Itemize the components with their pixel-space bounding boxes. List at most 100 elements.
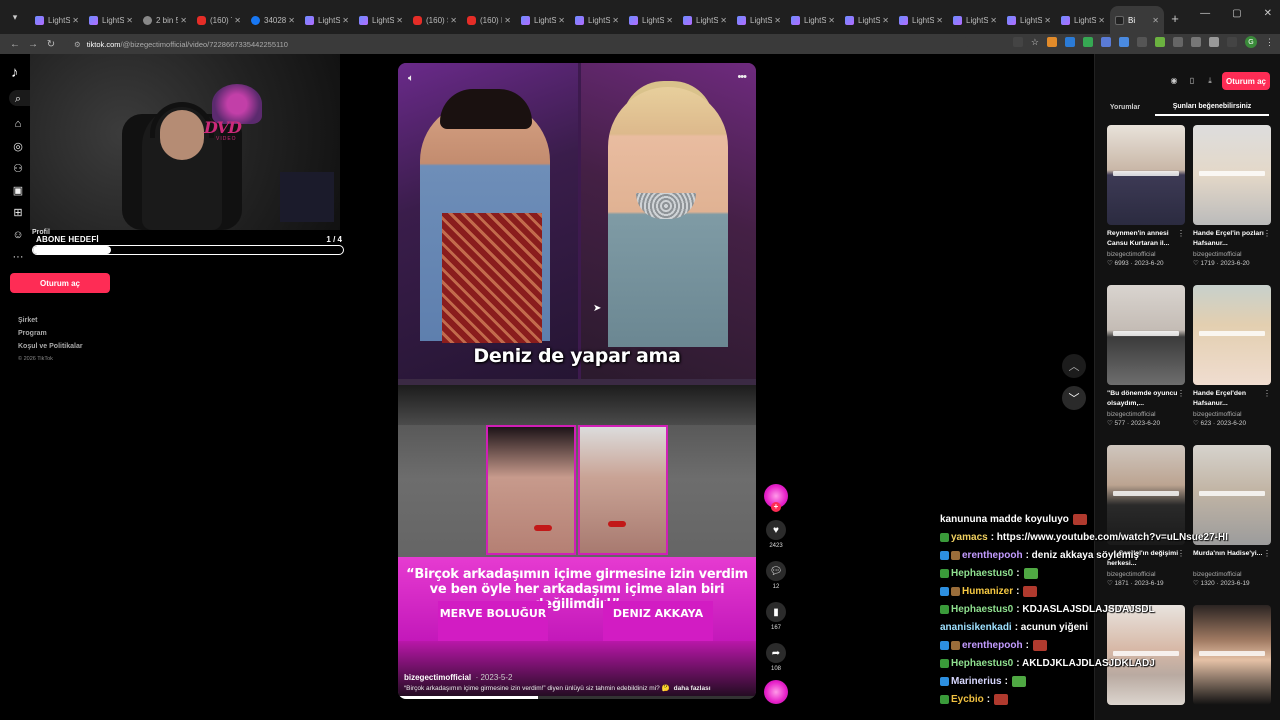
browser-tab[interactable]: LightS ✕ [84, 6, 138, 34]
close-tab-icon[interactable]: ✕ [882, 16, 889, 25]
comment-icon[interactable]: 💬︎ [766, 561, 786, 581]
close-window-icon[interactable]: ✕ [1264, 8, 1272, 19]
see-more-link[interactable]: daha fazlası [674, 685, 711, 692]
browser-tab[interactable]: LightS ✕ [1056, 6, 1110, 34]
creator-avatar[interactable]: + [764, 484, 788, 512]
address-bar[interactable]: ⚙ tiktok.com /@bizegectimofficial/video/… [68, 35, 968, 53]
browser-tab[interactable]: LightS ✕ [678, 6, 732, 34]
close-tab-icon[interactable]: ✕ [1044, 16, 1051, 25]
close-tab-icon[interactable]: ✕ [180, 16, 187, 25]
browser-tab[interactable]: (160) S✕ [408, 6, 462, 34]
extension-icon[interactable] [1047, 37, 1057, 47]
video-player[interactable]: Deniz de yapar ama “Birçok arkadaşımın i… [398, 63, 756, 699]
video-thumbnail[interactable] [1193, 125, 1271, 225]
close-tab-icon[interactable]: ✕ [936, 16, 943, 25]
card-author[interactable]: bizegectimofficial [1193, 251, 1271, 258]
more-options-icon[interactable]: ••• [737, 71, 747, 83]
video-thumbnail[interactable] [1107, 285, 1185, 385]
close-tab-icon[interactable]: ✕ [288, 16, 295, 25]
bookmark-star-icon[interactable]: ☆ [1031, 37, 1039, 48]
video-thumbnail[interactable] [1193, 285, 1271, 385]
browser-tab[interactable]: LightS ✕ [516, 6, 570, 34]
install-icon[interactable] [1012, 37, 1023, 47]
browser-tab[interactable]: LightS ✕ [354, 6, 408, 34]
heart-icon[interactable]: ♥ [766, 520, 786, 540]
browser-tab[interactable]: (160) I ✕ [462, 6, 516, 34]
browser-tab[interactable]: LightS ✕ [300, 6, 354, 34]
music-disc-icon[interactable] [764, 680, 788, 704]
close-tab-icon[interactable]: ✕ [666, 16, 673, 25]
footer-link-program[interactable]: Program [18, 327, 83, 340]
close-tab-icon[interactable]: ✕ [1152, 16, 1159, 25]
close-tab-icon[interactable]: ✕ [396, 16, 403, 25]
close-tab-icon[interactable]: ✕ [72, 16, 79, 25]
share-action[interactable]: ➦ 108 [764, 643, 788, 672]
browser-tab[interactable]: LightS ✕ [30, 6, 84, 34]
browser-tab[interactable]: 2 bin 5 ✕ [138, 6, 192, 34]
tiktok-logo[interactable]: ♪ [11, 64, 19, 81]
video-author[interactable]: bizegectimofficial [404, 673, 471, 682]
maximize-icon[interactable]: ▢ [1232, 8, 1241, 19]
previous-video-button[interactable]: ︿ [1062, 354, 1086, 378]
extension-icon[interactable] [1137, 37, 1147, 47]
extension-icon[interactable] [1119, 37, 1129, 47]
card-author[interactable]: bizegectimofficial [1193, 411, 1271, 418]
save-action[interactable]: ▮ 167 [764, 602, 788, 631]
card-more-icon[interactable]: ⋮ [1177, 389, 1185, 398]
minimize-icon[interactable]: — [1200, 8, 1210, 19]
browser-tab[interactable]: 34028 ✕ [246, 6, 300, 34]
browser-tab[interactable]: (160) T✕ [192, 6, 246, 34]
explore-icon[interactable]: ◎ [11, 140, 25, 154]
browser-tab[interactable]: LightS ✕ [840, 6, 894, 34]
close-tab-icon[interactable]: ✕ [1098, 16, 1105, 25]
card-title[interactable]: Reynmen'in annesi Cansu Kurtaran il... [1107, 229, 1185, 249]
device-icon[interactable]: ▯ [1186, 75, 1198, 87]
browser-tab[interactable]: LightS ✕ [786, 6, 840, 34]
close-tab-icon[interactable]: ✕ [126, 16, 133, 25]
card-title[interactable]: Hande Erçel'den Hafsanur... [1193, 389, 1271, 409]
browser-tab[interactable]: LightS ✕ [948, 6, 1002, 34]
card-title[interactable]: Hande Erçel'in pozları Hafsanur... [1193, 229, 1271, 249]
close-tab-icon[interactable]: ✕ [990, 16, 997, 25]
close-tab-icon[interactable]: ✕ [612, 16, 619, 25]
video-thumbnail[interactable] [1107, 125, 1185, 225]
browser-tab[interactable]: LightS ✕ [570, 6, 624, 34]
comment-action[interactable]: 💬︎ 12 [764, 561, 788, 590]
site-info-icon[interactable]: ⚙ [74, 40, 81, 49]
following-icon[interactable]: ⚇ [11, 162, 25, 176]
extensions-puzzle-icon[interactable] [1209, 37, 1219, 47]
card-title[interactable]: "Bu dönemde oyuncu olsaydım,... [1107, 389, 1185, 409]
upload-icon[interactable]: ⊞ [11, 206, 25, 220]
browser-tab[interactable]: LightS ✕ [732, 6, 786, 34]
extension-icon[interactable] [1101, 37, 1111, 47]
card-more-icon[interactable]: ⋮ [1263, 389, 1271, 398]
close-tab-icon[interactable]: ✕ [234, 16, 241, 25]
footer-link-terms[interactable]: Koşul ve Politikalar [18, 340, 83, 353]
suggested-video-card[interactable]: Hande Erçel'den Hafsanur... bizegectimoff… [1193, 285, 1271, 427]
extension-icon[interactable] [1083, 37, 1093, 47]
extension-icon[interactable] [1065, 37, 1075, 47]
coin-icon[interactable]: ◉ [1168, 75, 1180, 87]
card-more-icon[interactable]: ⋮ [1177, 229, 1185, 238]
login-button-top[interactable]: Oturum aç [1222, 72, 1270, 90]
browser-tab[interactable]: LightS ✕ [894, 6, 948, 34]
back-icon[interactable]: ← [6, 39, 24, 50]
close-tab-icon[interactable]: ✕ [828, 16, 835, 25]
share-icon[interactable]: ➦ [766, 643, 786, 663]
bookmark-icon[interactable]: ▮ [766, 602, 786, 622]
profile-icon[interactable]: ☺ [11, 228, 25, 242]
extension-icon[interactable] [1191, 37, 1201, 47]
video-progress-bar[interactable] [398, 696, 756, 699]
suggested-video-card[interactable]: "Bu dönemde oyuncu olsaydım,... bizegecti… [1107, 285, 1185, 427]
search-icon[interactable]: ⌕ [11, 92, 25, 106]
close-tab-icon[interactable]: ✕ [720, 16, 727, 25]
live-icon[interactable]: ▣ [11, 184, 25, 198]
like-action[interactable]: ♥ 2423 [764, 520, 788, 549]
new-tab-button[interactable]: + [1164, 7, 1186, 29]
next-video-button[interactable]: ﹀ [1062, 386, 1086, 410]
extension-icon[interactable] [1155, 37, 1165, 47]
suggested-video-card[interactable]: Hande Erçel'in pozları Hafsanur... bizege… [1193, 125, 1271, 267]
close-tab-icon[interactable]: ✕ [342, 16, 349, 25]
extension-icon[interactable] [1227, 37, 1237, 47]
close-tab-icon[interactable]: ✕ [558, 16, 565, 25]
